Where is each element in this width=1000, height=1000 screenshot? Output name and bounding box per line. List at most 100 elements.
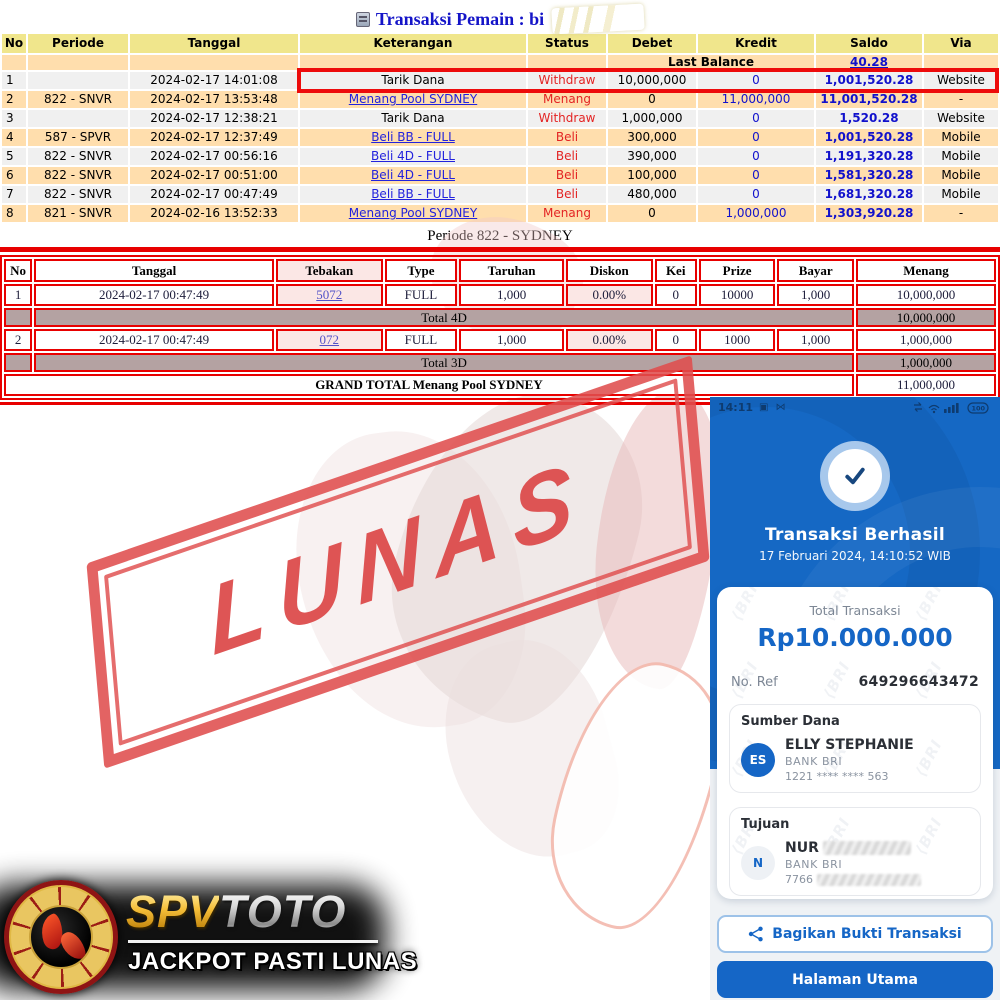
last-balance-value: 40.28 — [816, 55, 922, 70]
ref-value: 649296643472 — [859, 674, 980, 690]
cell-saldo: 1,681,320.28 — [816, 186, 922, 203]
bet-row: 22024-02-17 00:47:49072FULL1,0000.00%010… — [4, 329, 996, 351]
share-receipt-button[interactable]: Bagikan Bukti Transaksi — [717, 915, 993, 953]
periode-caption: Periode 822 - SYDNEY — [0, 228, 1000, 245]
cell-keterangan: Tarik Dana — [300, 110, 526, 127]
cell-periode: 822 - SNVR — [28, 167, 128, 184]
censored-player-name — [551, 4, 644, 35]
cell-kredit: 1,000,000 — [698, 205, 814, 222]
page-header: Transaksi Pemain : bi — [0, 6, 1000, 32]
transaction-row: 32024-02-17 12:38:21Tarik DanaWithdraw1,… — [2, 110, 998, 127]
column-header-status: Status — [528, 34, 606, 53]
brand-divider — [128, 940, 378, 943]
ref-label: No. Ref — [731, 675, 778, 690]
cell-periode: 822 - SNVR — [28, 186, 128, 203]
cell-via: Mobile — [924, 129, 998, 146]
total-row: Total 4D10,000,000 — [4, 308, 996, 327]
keterangan-link[interactable]: Menang Pool SYDNEY — [349, 206, 477, 220]
source-account: 1221 **** **** 563 — [785, 770, 888, 783]
keterangan-link[interactable]: Beli BB - FULL — [371, 187, 455, 201]
destination-bank: BANK BRI — [785, 858, 921, 871]
cell-tanggal: 2024-02-17 00:47:49 — [34, 329, 274, 351]
cell-no: 2 — [4, 329, 32, 351]
column-header-bayar: Bayar — [777, 259, 854, 282]
transaction-row: 12024-02-17 14:01:08Tarik DanaWithdraw10… — [2, 72, 998, 89]
cell-kei: 0 — [655, 284, 697, 306]
cell-saldo: 1,520.28 — [816, 110, 922, 127]
keterangan-link[interactable]: Beli 4D - FULL — [371, 168, 455, 182]
transaction-doc-icon — [356, 12, 370, 27]
total-row-spacer — [4, 353, 32, 372]
cell-debet: 480,000 — [608, 186, 696, 203]
source-bank: BANK BRI — [785, 755, 914, 768]
bet-row: 12024-02-17 00:47:495072FULL1,0000.00%01… — [4, 284, 996, 306]
brand-tagline: JACKPOT PASTI LUNAS — [128, 948, 417, 976]
cell-status: Beli — [528, 167, 606, 184]
cell-kei: 0 — [655, 329, 697, 351]
cell-menang: 1,000,000 — [856, 329, 996, 351]
cell-via: Mobile — [924, 167, 998, 184]
transaction-row: 6822 - SNVR2024-02-17 00:51:00 Beli 4D - … — [2, 167, 998, 184]
column-header-diskon: Diskon — [566, 259, 653, 282]
column-header-saldo: Saldo — [816, 34, 922, 53]
empty-cell — [2, 55, 26, 70]
transaction-row: 4587 - SPVR2024-02-17 12:37:49Beli BB - … — [2, 129, 998, 146]
empty-cell — [28, 55, 128, 70]
keterangan-link[interactable]: Menang Pool SYDNEY — [349, 92, 477, 106]
censored-destination-name — [823, 841, 911, 855]
column-header-taruhan: Taruhan — [459, 259, 564, 282]
cell-saldo: 1,001,520.28 — [816, 129, 922, 146]
phone-receipt-screenshot: 14:11 ▣ ⋈ 100 Transaksi Berhasil 17 Febr… — [710, 397, 1000, 1000]
column-header-via: Via — [924, 34, 998, 53]
column-header-tebakan: Tebakan — [276, 259, 383, 282]
source-name: ELLY STEPHANIE — [785, 737, 914, 753]
cell-diskon: 0.00% — [566, 284, 653, 306]
transaction-row: 2822 - SNVR2024-02-17 13:53:48Menang Poo… — [2, 91, 998, 108]
tebakan-link[interactable]: 072 — [320, 332, 340, 347]
total-label: Total 3D — [34, 353, 854, 372]
cell-saldo: 1,303,920.28 — [816, 205, 922, 222]
home-button[interactable]: Halaman Utama — [717, 961, 993, 998]
cell-debet: 390,000 — [608, 148, 696, 165]
column-header-periode: Periode — [28, 34, 128, 53]
cell-kredit: 0 — [698, 148, 814, 165]
cell-status: Menang — [528, 205, 606, 222]
lunas-stamp-text: LUNAS — [205, 437, 590, 678]
phone-status-bar: 14:11 ▣ ⋈ 100 — [710, 397, 1000, 415]
cell-no: 5 — [2, 148, 26, 165]
cell-no: 8 — [2, 205, 26, 222]
cell-tanggal: 2024-02-17 00:51:00 — [130, 167, 298, 184]
battery-icon: 100 — [972, 404, 986, 412]
keterangan-link[interactable]: Beli BB - FULL — [371, 130, 455, 144]
cell-status: Beli — [528, 148, 606, 165]
cell-keterangan: Beli 4D - FULL — [300, 148, 526, 165]
cell-kredit: 0 — [698, 129, 814, 146]
grand-total-label: GRAND TOTAL Menang Pool SYDNEY — [4, 374, 854, 396]
column-header-no: No — [4, 259, 32, 282]
cell-kredit: 0 — [698, 167, 814, 184]
cell-debet: 0 — [608, 205, 696, 222]
status-time: 14:11 — [718, 401, 753, 414]
cell-keterangan: Beli BB - FULL — [300, 186, 526, 203]
total-value: 10,000,000 — [856, 308, 996, 327]
cell-tanggal: 2024-02-16 13:52:33 — [130, 205, 298, 222]
empty-cell — [528, 55, 606, 70]
success-title: Transaksi Berhasil — [710, 525, 1000, 545]
grand-total-row: GRAND TOTAL Menang Pool SYDNEY11,000,000 — [4, 374, 996, 396]
transaction-row: 5822 - SNVR2024-02-17 00:56:16Beli 4D - … — [2, 148, 998, 165]
brand-name: SPVTOTO — [126, 886, 346, 938]
cell-tanggal: 2024-02-17 12:37:49 — [130, 129, 298, 146]
tebakan-link[interactable]: 5072 — [316, 287, 342, 302]
cell-no: 6 — [2, 167, 26, 184]
column-header-kredit: Kredit — [698, 34, 814, 53]
cell-periode — [28, 72, 128, 89]
cell-via: Mobile — [924, 148, 998, 165]
cell-tanggal: 2024-02-17 12:38:21 — [130, 110, 298, 127]
cell-kredit: 0 — [698, 72, 814, 89]
cell-bayar: 1,000 — [777, 329, 854, 351]
cell-saldo: 1,001,520.28 — [816, 72, 922, 89]
success-check-icon — [828, 449, 882, 503]
home-button-label: Halaman Utama — [792, 972, 918, 988]
keterangan-link[interactable]: Beli 4D - FULL — [371, 149, 455, 163]
column-header-tanggal: Tanggal — [34, 259, 274, 282]
